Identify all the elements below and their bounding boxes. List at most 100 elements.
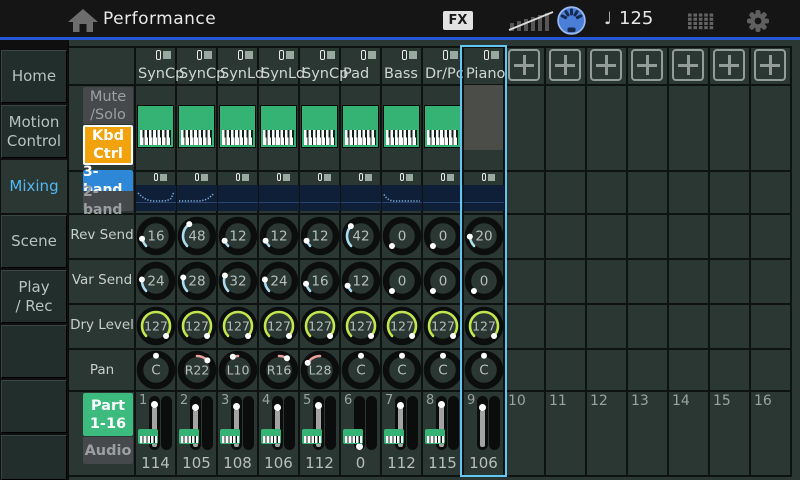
rev-send-knob-8[interactable]: 0: [421, 214, 465, 258]
add-part-button-11[interactable]: [549, 49, 581, 81]
part-header-7[interactable]: Bass: [381, 46, 422, 84]
var-send-knob-2[interactable]: 28: [175, 259, 219, 303]
audition-slash-icon[interactable]: [508, 9, 554, 32]
part-header-9[interactable]: Piano: [463, 46, 504, 84]
eq-display[interactable]: [218, 185, 258, 211]
add-part-button-10[interactable]: [508, 49, 540, 81]
part-header-6[interactable]: Pad: [340, 46, 381, 84]
kbd-ctrl-button[interactable]: Kbd Ctrl: [83, 125, 133, 165]
eq-2band-button[interactable]: 2-band: [83, 191, 133, 211]
fader-handle[interactable]: [274, 404, 281, 411]
var-send-knob-4[interactable]: 24: [257, 259, 301, 303]
dry-level-knob-2[interactable]: 127: [175, 304, 219, 348]
sidebar-item-play-rec[interactable]: Play/ Rec: [1, 270, 67, 323]
fader-handle[interactable]: [192, 404, 199, 411]
fader-handle[interactable]: [479, 404, 486, 411]
fader-handle[interactable]: [151, 401, 158, 408]
var-send-knob-5[interactable]: 16: [298, 259, 342, 303]
part-number: 1: [139, 393, 147, 408]
add-part-button-16[interactable]: [754, 49, 786, 81]
pan-knob-9[interactable]: C: [462, 348, 506, 392]
part-header-1[interactable]: SynCp: [135, 46, 176, 84]
eq-display[interactable]: [259, 185, 299, 211]
sidebar-item-empty[interactable]: [1, 380, 67, 433]
pan-knob-5[interactable]: L28: [298, 348, 342, 392]
matrix-icon[interactable]: [687, 13, 715, 30]
mute-solo-button[interactable]: Mute /Solo: [83, 87, 133, 124]
sidebar-item-motion-control[interactable]: MotionControl: [1, 105, 67, 158]
tempo-display[interactable]: ♩125: [604, 8, 653, 29]
fader-handle[interactable]: [315, 402, 322, 409]
svg-text:127: 127: [267, 318, 291, 333]
keyboard-tile[interactable]: [219, 105, 256, 148]
part-header-3[interactable]: SynLd: [217, 46, 258, 84]
sidebar-item-empty[interactable]: [1, 435, 67, 480]
eq-display[interactable]: [300, 185, 340, 211]
rev-send-knob-7[interactable]: 0: [380, 214, 424, 258]
var-send-knob-8[interactable]: 0: [421, 259, 465, 303]
dry-level-knob-4[interactable]: 127: [257, 304, 301, 348]
dry-level-knob-8[interactable]: 127: [421, 304, 465, 348]
eq-display[interactable]: [177, 185, 217, 211]
keyboard-tile[interactable]: [301, 105, 338, 148]
pan-knob-4[interactable]: R16: [257, 348, 301, 392]
rev-send-knob-3[interactable]: 12: [216, 214, 260, 258]
dry-level-knob-1[interactable]: 127: [134, 304, 178, 348]
pan-knob-6[interactable]: C: [339, 348, 383, 392]
keyboard-tile[interactable]: [342, 105, 379, 148]
gear-icon[interactable]: [745, 8, 771, 34]
sidebar-item-scene[interactable]: Scene: [1, 215, 67, 268]
keyboard-tile[interactable]: [260, 105, 297, 148]
eq-display[interactable]: [382, 185, 422, 211]
keyboard-tile[interactable]: [383, 105, 420, 148]
eq-display[interactable]: [136, 185, 176, 211]
fader-handle[interactable]: [438, 401, 445, 408]
part-header-2[interactable]: SynCp: [176, 46, 217, 84]
part-header-4[interactable]: SynLd: [258, 46, 299, 84]
var-send-knob-1[interactable]: 24: [134, 259, 178, 303]
eq-display[interactable]: [423, 185, 463, 211]
part-header-8[interactable]: Dr/Pc: [422, 46, 463, 84]
rev-send-knob-5[interactable]: 12: [298, 214, 342, 258]
part-1-16-button[interactable]: Part 1-16: [83, 393, 133, 436]
eq-display[interactable]: [464, 185, 504, 211]
add-part-button-14[interactable]: [672, 49, 704, 81]
fx-badge[interactable]: FX: [443, 11, 473, 30]
pan-knob-3[interactable]: L10: [216, 348, 260, 392]
fader-handle[interactable]: [233, 403, 240, 410]
var-send-knob-6[interactable]: 12: [339, 259, 383, 303]
add-part-button-12[interactable]: [590, 49, 622, 81]
sidebar-item-empty[interactable]: [1, 325, 67, 378]
dry-level-knob-5[interactable]: 127: [298, 304, 342, 348]
fader-handle[interactable]: [397, 402, 404, 409]
pan-knob-1[interactable]: C: [134, 348, 178, 392]
rev-send-knob-1[interactable]: 16: [134, 214, 178, 258]
dry-level-knob-6[interactable]: 127: [339, 304, 383, 348]
rev-send-knob-2[interactable]: 48: [175, 214, 219, 258]
dry-level-knob-7[interactable]: 127: [380, 304, 424, 348]
pan-knob-2[interactable]: R22: [175, 348, 219, 392]
keyboard-tile[interactable]: [424, 105, 461, 148]
midi-indicator-icon[interactable]: [556, 5, 587, 36]
rev-send-knob-4[interactable]: 12: [257, 214, 301, 258]
var-send-knob-9[interactable]: 0: [462, 259, 506, 303]
var-send-knob-3[interactable]: 32: [216, 259, 260, 303]
sidebar-item-mixing[interactable]: Mixing: [1, 160, 67, 213]
pan-knob-7[interactable]: C: [380, 348, 424, 392]
keyboard-tile[interactable]: [178, 105, 215, 148]
keyboard-tile[interactable]: [137, 105, 174, 148]
audio-button[interactable]: Audio: [83, 437, 133, 464]
part-header-5[interactable]: SynCp: [299, 46, 340, 84]
pan-knob-8[interactable]: C: [421, 348, 465, 392]
add-part-button-15[interactable]: [713, 49, 745, 81]
sidebar-item-home[interactable]: Home: [1, 50, 67, 103]
dry-level-knob-3[interactable]: 127: [216, 304, 260, 348]
var-send-knob-7[interactable]: 0: [380, 259, 424, 303]
volume-fader[interactable]: [477, 396, 488, 450]
dry-level-knob-9[interactable]: 127: [462, 304, 506, 348]
home-icon[interactable]: [66, 8, 100, 33]
add-part-button-13[interactable]: [631, 49, 663, 81]
eq-display[interactable]: [341, 185, 381, 211]
rev-send-knob-9[interactable]: 20: [462, 214, 506, 258]
rev-send-knob-6[interactable]: 42: [339, 214, 383, 258]
